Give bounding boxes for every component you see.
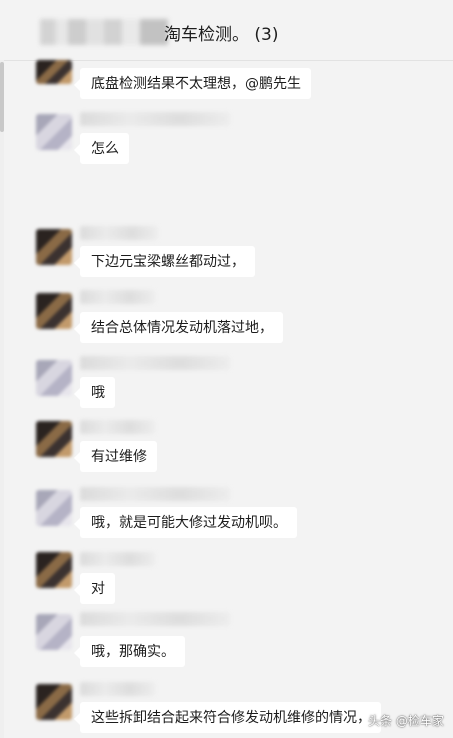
sender-name-blurred [80, 226, 158, 240]
avatar[interactable] [36, 293, 72, 329]
message-bubble[interactable]: 哦，就是可能大修过发动机呗。 [74, 507, 297, 538]
avatar[interactable] [36, 614, 72, 650]
message-bubble[interactable]: 怎么 [74, 133, 129, 164]
message-bubble[interactable]: 这些拆卸结合起来符合修发动机维修的情况， [74, 702, 381, 733]
scrollbar-track[interactable] [0, 60, 4, 738]
avatar[interactable] [36, 60, 72, 84]
sender-name-blurred [80, 420, 155, 434]
sender-name-blurred [80, 552, 155, 566]
message-bubble[interactable]: 哦 [74, 377, 115, 408]
avatar[interactable] [36, 490, 72, 526]
avatar[interactable] [36, 552, 72, 588]
sender-name-blurred [80, 356, 230, 370]
message-bubble[interactable]: 对 [74, 573, 115, 604]
sender-name-blurred [80, 487, 230, 501]
avatar[interactable] [36, 684, 72, 720]
message-bubble[interactable]: 哦，那确实。 [74, 636, 185, 667]
scrollbar-thumb[interactable] [0, 62, 4, 132]
avatar[interactable] [36, 421, 72, 457]
avatar[interactable] [36, 360, 72, 396]
sender-name-blurred [80, 112, 230, 126]
message-bubble[interactable]: 有过维修 [74, 441, 157, 472]
avatar[interactable] [36, 229, 72, 265]
avatar[interactable] [36, 114, 72, 150]
message-bubble[interactable]: 结合总体情况发动机落过地， [74, 312, 283, 343]
sender-name-blurred [80, 612, 230, 626]
message-bubble[interactable]: 下边元宝梁螺丝都动过， [74, 246, 255, 277]
message-bubble[interactable]: 底盘检测结果不太理想，@鹏先生 [74, 68, 311, 99]
chat-header: 淘车检测。 (3) [0, 0, 453, 61]
chat-title[interactable]: 淘车检测。 (3) [164, 20, 278, 45]
sender-name-blurred [80, 682, 155, 696]
watermark-label: 头条 @检车家 [368, 714, 444, 728]
sender-name-blurred [80, 290, 155, 304]
blurred-group-name [40, 19, 168, 45]
